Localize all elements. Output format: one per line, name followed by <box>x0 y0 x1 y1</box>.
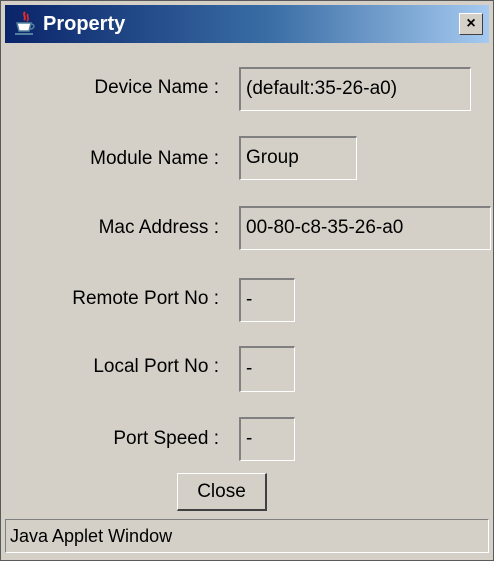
close-button[interactable]: Close <box>177 473 267 511</box>
remote-port-no-label: Remote Port No : <box>72 288 219 309</box>
device-name-field[interactable]: (default:35-26-a0) <box>239 67 471 111</box>
module-name-label: Module Name : <box>90 148 219 169</box>
property-dialog: Property × Device Name : (default:35-26-… <box>0 0 494 561</box>
local-port-no-label: Local Port No : <box>93 356 219 377</box>
java-cup-icon <box>15 11 35 35</box>
port-speed-field[interactable]: - <box>239 417 295 461</box>
window-title: Property <box>43 13 126 35</box>
module-name-field[interactable]: Group <box>239 136 357 180</box>
close-icon[interactable]: × <box>459 13 483 35</box>
port-speed-label: Port Speed : <box>113 428 219 449</box>
status-bar: Java Applet Window <box>5 519 489 553</box>
local-port-no-field[interactable]: - <box>239 346 295 392</box>
mac-address-label: Mac Address : <box>98 217 219 238</box>
remote-port-no-field[interactable]: - <box>239 278 295 322</box>
title-bar[interactable]: Property × <box>5 5 489 43</box>
device-name-label: Device Name : <box>94 77 219 98</box>
mac-address-field[interactable]: 00-80-c8-35-26-a0 <box>239 206 491 250</box>
